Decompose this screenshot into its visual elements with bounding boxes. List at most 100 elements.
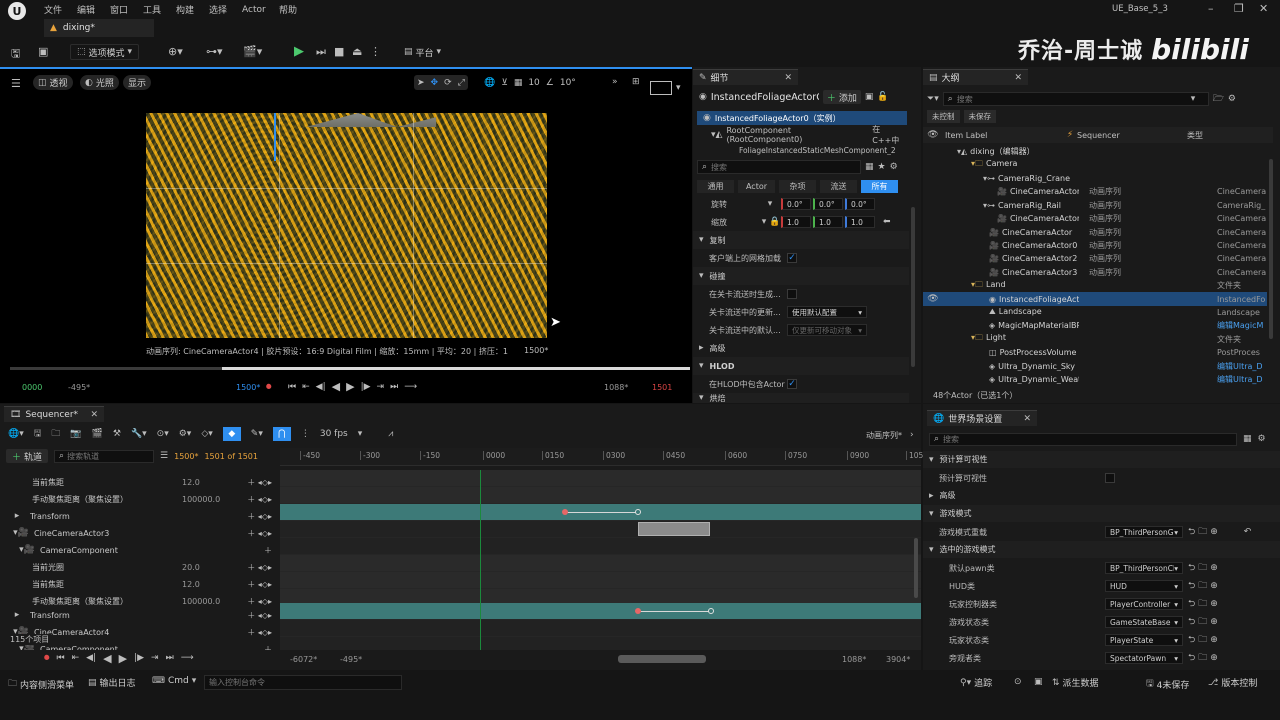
outliner-row[interactable]: ▾◭ dixing（编辑器）	[923, 145, 1267, 158]
key-controls-icon[interactable]: ＋ ◂◇▸	[247, 562, 272, 573]
close-icon[interactable]: ✕	[1014, 73, 1022, 83]
section-precompute[interactable]: ▾ 预计算可视性	[923, 451, 1280, 468]
next-frame-icon[interactable]: |▶	[134, 653, 144, 663]
outliner-row[interactable]: ▾🗀 Light 文件夹	[923, 333, 1267, 346]
filter-icon[interactable]: ⏷▾	[927, 94, 939, 104]
play-icon[interactable]: ▶	[294, 44, 304, 59]
grid-snap-value[interactable]: 10	[528, 78, 539, 88]
playback-icon[interactable]: ⊙▾	[157, 429, 169, 439]
section-collision[interactable]: ▾ 碰撞	[693, 267, 909, 285]
add-icon[interactable]: ⊕	[1210, 563, 1218, 573]
layout-icon[interactable]: ▣	[865, 92, 874, 102]
instance-row[interactable]: ◉ InstancedFoliageActor0（实例）	[697, 111, 907, 125]
angle-snap-icon[interactable]: ∠	[546, 78, 554, 88]
track-row-value[interactable]: 20.0	[182, 563, 224, 572]
uncontrolled-button[interactable]: 未控制	[927, 110, 960, 123]
loop-icon[interactable]: ⟶	[404, 382, 417, 392]
section-replication[interactable]: ▾ 复制	[693, 231, 909, 249]
filter-all[interactable]: 所有	[861, 179, 898, 193]
key-controls-icon[interactable]: ＋ ◂◇▸	[247, 610, 272, 621]
track-search-input[interactable]	[67, 451, 146, 461]
track-row-value[interactable]: 12.0	[182, 580, 224, 589]
step-icon[interactable]: ⏭	[316, 45, 326, 59]
chevron-right-icon[interactable]: ▸	[8, 610, 26, 620]
camera-cut-section[interactable]	[638, 522, 710, 536]
outliner-row[interactable]: ◈ Ultra_Dynamic_Sky 编辑Ultra_D	[923, 359, 1267, 372]
track-row[interactable]: 当前焦距 12.0 ＋ ◂◇▸	[0, 474, 278, 490]
auto-key-icon[interactable]: ◆	[222, 427, 241, 441]
show-button[interactable]: 显示	[123, 75, 152, 90]
camera-icon[interactable]: 📷	[70, 429, 81, 439]
chevron-down-icon[interactable]: ▾	[358, 429, 363, 439]
scale-z[interactable]: 1.0	[845, 216, 875, 228]
outliner-row[interactable]: 🎥 CineCameraActor5 动画序列 CineCamera	[923, 212, 1267, 225]
add-icon[interactable]: ⊕	[1210, 653, 1218, 663]
camera-track-icon[interactable]: ▾🎥	[18, 545, 36, 555]
snap-options-icon[interactable]: ⋮	[301, 429, 310, 439]
details-tab[interactable]: ✎ 细节 ✕	[693, 69, 798, 85]
browse-icon[interactable]: 🗀	[1198, 614, 1207, 630]
loop-icon[interactable]: ⟶	[181, 653, 194, 663]
reverse-icon[interactable]: ◀	[103, 652, 111, 665]
fps-select[interactable]: 30 fps	[320, 429, 348, 439]
close-icon[interactable]: ✕	[784, 73, 792, 83]
scale-x[interactable]: 1.0	[781, 216, 811, 228]
record-icon[interactable]: ⏺	[44, 651, 50, 665]
next-key-icon[interactable]: ⇥	[377, 382, 385, 392]
outliner-row[interactable]: ⛰ Landscape Landscape	[923, 306, 1267, 319]
minimize-icon[interactable]: –	[1208, 2, 1214, 15]
gear-icon[interactable]: ⚙	[1228, 94, 1236, 104]
reverse-icon[interactable]: ◀	[332, 380, 340, 393]
browse-icon[interactable]: 🗀	[51, 426, 60, 442]
outliner-row[interactable]: ◈ Ultra_Dynamic_Weath 编辑Ultra_D	[923, 373, 1267, 385]
close-icon[interactable]: ✕	[1023, 414, 1031, 424]
content-browser-icon[interactable]: ▣	[38, 45, 48, 58]
sequencer-tab[interactable]: 🎞 Sequencer* ✕	[4, 406, 104, 422]
snap-icon[interactable]: ⋂	[272, 427, 291, 441]
hamburger-icon[interactable]: ☰	[11, 77, 21, 90]
angle-snap-value[interactable]: 10°	[560, 78, 576, 88]
select-tool-icon[interactable]: ➤	[417, 78, 425, 88]
play-icon[interactable]: ▶	[346, 380, 354, 393]
add-icon[interactable]: ⊕	[1210, 617, 1218, 627]
lock-icon[interactable]: 🔒	[769, 217, 781, 227]
unsaved-button[interactable]: 🖫 4未保存	[1146, 676, 1189, 692]
browse-icon[interactable]: 🗀	[1198, 650, 1207, 666]
add-icon[interactable]: ⊕	[1210, 635, 1218, 645]
key-tools-icon[interactable]: ⚒	[113, 429, 121, 439]
back-icon[interactable]: ⮌	[1188, 632, 1195, 648]
collision-row-1-checkbox[interactable]	[787, 289, 797, 299]
menu-edit[interactable]: 编辑	[77, 3, 110, 16]
mode-select-button[interactable]: ⬚ 选项模式 ▾	[70, 44, 140, 60]
add-actor-icon[interactable]: ⊕▾	[168, 45, 183, 58]
play-icon[interactable]: ▶	[119, 652, 127, 665]
col-sequencer[interactable]: Sequencer	[1077, 131, 1187, 140]
outliner-row[interactable]: 🎥 CineCameraActor2 动画序列 CineCamera	[923, 252, 1267, 265]
add-component-button[interactable]: ＋ 添加	[822, 90, 861, 104]
col-item-label[interactable]: Item Label	[943, 131, 1063, 140]
section-selected-gamemode[interactable]: ▾ 选中的游戏模式	[923, 541, 1280, 558]
star-icon[interactable]: ★	[878, 162, 886, 172]
outliner-search-input[interactable]	[956, 94, 1187, 104]
record-icon[interactable]: ⊙	[1014, 677, 1022, 687]
play-options-icon[interactable]: ⋮	[370, 45, 381, 58]
track-scrollbar[interactable]	[914, 538, 918, 598]
gamemode-class-dropdown[interactable]: HUD ▾	[1105, 580, 1183, 592]
content-drawer-button[interactable]: 🗀 内容侧滑菜单	[8, 676, 74, 692]
save-icon[interactable]: 🖫	[34, 426, 42, 442]
key-controls-icon[interactable]: ＋ ◂◇▸	[247, 579, 272, 590]
grid-snap-icon[interactable]: ▦	[514, 78, 523, 88]
outliner-row[interactable]: ▾⊶ CameraRig_Crane	[923, 172, 1267, 185]
root-component-row[interactable]: ▾◭ RootComponent (RootComponent0) 在C++中	[697, 125, 907, 145]
render-icon[interactable]: 🎬	[92, 429, 103, 439]
section-advanced[interactable]: ▸ 高级	[693, 339, 909, 357]
chevron-right-icon[interactable]: ▸	[8, 511, 26, 521]
outliner-scrollbar[interactable]	[1269, 159, 1273, 339]
precompute-checkbox[interactable]	[1105, 473, 1115, 483]
prev-frame-icon[interactable]: ◀|	[86, 653, 96, 663]
eye-icon[interactable]: 👁	[923, 130, 943, 140]
curve-editor-icon[interactable]: ⩘	[388, 429, 393, 439]
world-space-icon[interactable]: 🌐	[484, 78, 495, 88]
prev-frame-icon[interactable]: ◀|	[316, 382, 326, 392]
details-scrollbar[interactable]	[911, 207, 915, 367]
